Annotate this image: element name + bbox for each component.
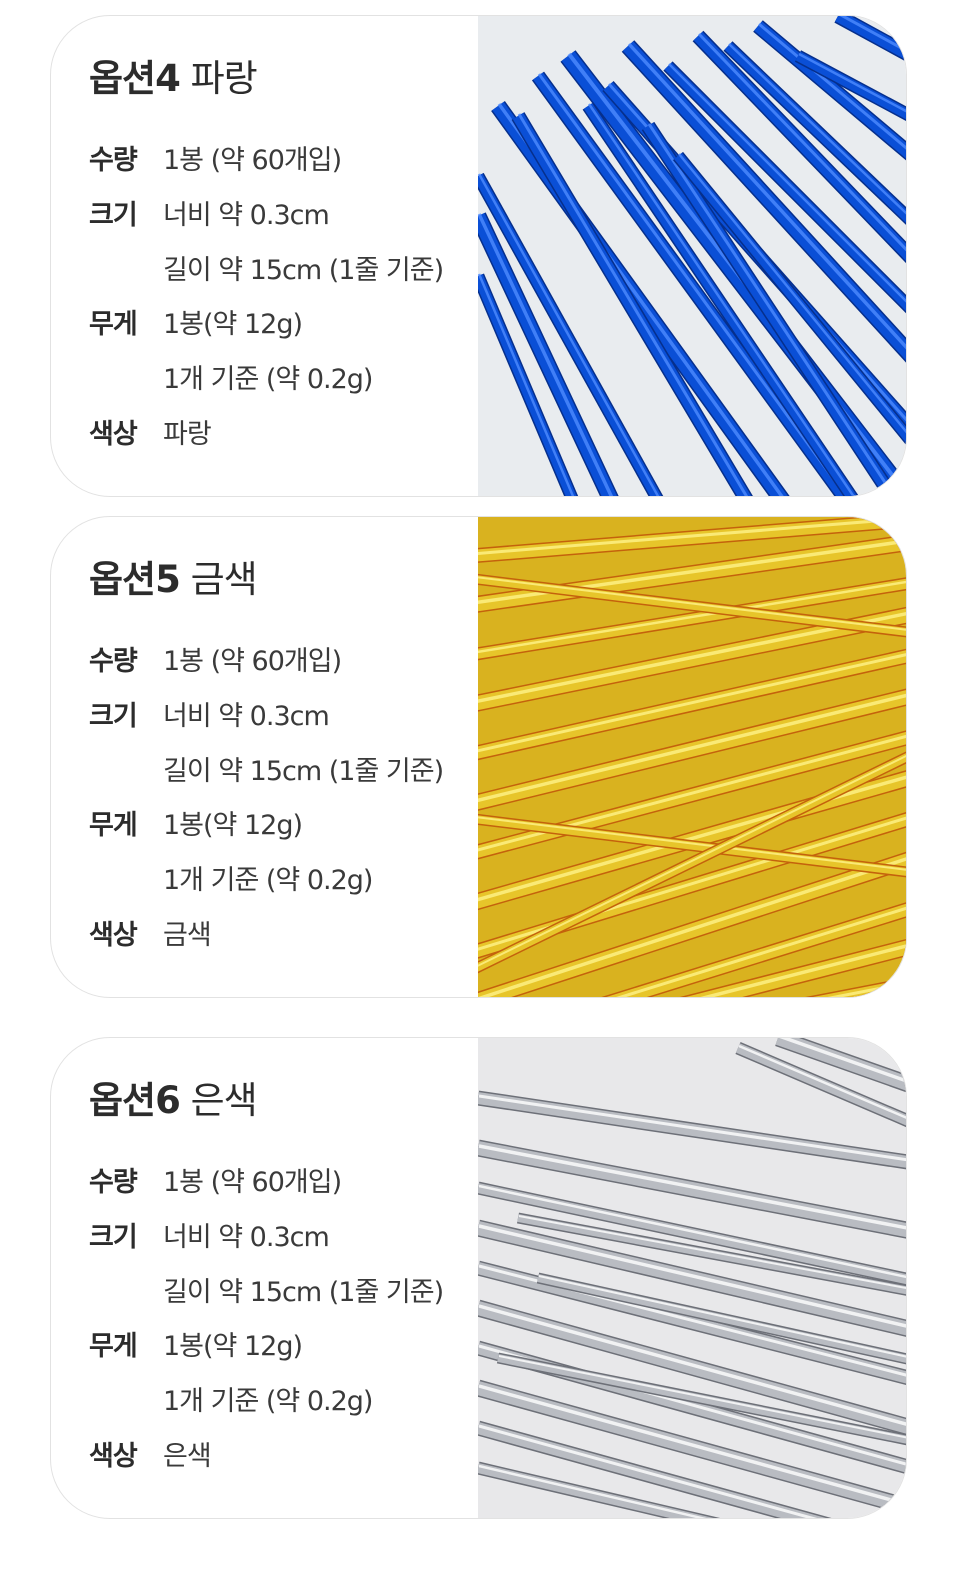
option-info: 옵션6 은색 수량 1봉 (약 60개입) 크기 너비 약 0.3cm 길이 약 1… [89,1076,479,1485]
spec-label [89,353,163,408]
spec-row-color: 색상 금색 [89,909,479,964]
spec-label: 색상 [89,418,138,450]
silver-twist-ties-photo [478,1038,906,1518]
gold-twist-ties-photo [478,517,906,997]
spec-label [89,1266,163,1321]
spec-label: 크기 [89,199,138,231]
spec-label: 무게 [89,810,138,842]
spec-value: 1개 기준 (약 0.2g) [163,1386,373,1418]
spec-row-unit-weight: 1개 기준 (약 0.2g) [89,353,479,408]
spec-row-weight: 무게 1봉(약 12g) [89,298,479,353]
spec-value: 1개 기준 (약 0.2g) [163,364,373,396]
spec-row-length: 길이 약 15cm (1줄 기준) [89,1266,479,1321]
spec-value: 1봉 (약 60개입) [163,646,342,677]
spec-value: 너비 약 0.3cm [163,700,330,732]
spec-row-weight: 무게 1봉(약 12g) [89,1320,479,1375]
spec-row-size: 크기 너비 약 0.3cm [89,690,479,745]
spec-label: 무게 [89,1331,138,1363]
spec-label: 크기 [89,700,138,732]
spec-label: 수량 [89,646,138,677]
spec-value: 파랑 [163,418,212,450]
spec-row-length: 길이 약 15cm (1줄 기준) [89,745,479,800]
option-info: 옵션4 파랑 수량 1봉 (약 60개입) 크기 너비 약 0.3cm 길이 약 1… [89,54,479,463]
spec-label: 색상 [89,1440,138,1472]
spec-label: 수량 [89,145,138,176]
option-title: 옵션4 파랑 [89,54,479,104]
option-number: 옵션4 [89,57,181,100]
spec-row-quantity: 수량 1봉 (약 60개입) [89,635,479,690]
spec-label: 색상 [89,919,138,951]
option-color-name: 파랑 [190,57,258,100]
spec-value: 길이 약 15cm (1줄 기준) [163,254,444,286]
option-title: 옵션5 금색 [89,555,479,605]
option-number: 옵션6 [89,1079,181,1122]
option-info: 옵션5 금색 수량 1봉 (약 60개입) 크기 너비 약 0.3cm 길이 약 1… [89,555,479,964]
option-color-name: 은색 [190,1079,258,1122]
spec-row-size: 크기 너비 약 0.3cm [89,1211,479,1266]
spec-row-weight: 무게 1봉(약 12g) [89,799,479,854]
spec-label: 수량 [89,1167,138,1198]
blue-twist-ties-photo [478,16,906,496]
spec-value: 1봉(약 12g) [163,309,303,341]
option-card-6: 옵션6 은색 수량 1봉 (약 60개입) 크기 너비 약 0.3cm 길이 약 1… [50,1037,907,1519]
spec-value: 은색 [163,1440,212,1472]
spec-value: 1봉(약 12g) [163,810,303,842]
spec-label [89,745,163,800]
spec-value: 너비 약 0.3cm [163,199,330,231]
spec-row-unit-weight: 1개 기준 (약 0.2g) [89,1375,479,1430]
option-number: 옵션5 [89,558,181,601]
option-title: 옵션6 은색 [89,1076,479,1126]
spec-value: 1봉 (약 60개입) [163,1167,342,1198]
spec-value: 길이 약 15cm (1줄 기준) [163,755,444,787]
spec-label: 크기 [89,1221,138,1253]
spec-row-color: 색상 은색 [89,1430,479,1485]
spec-value: 1봉(약 12g) [163,1331,303,1363]
spec-label: 무게 [89,309,138,341]
option-card-5: 옵션5 금색 수량 1봉 (약 60개입) 크기 너비 약 0.3cm 길이 약 1… [50,516,907,998]
spec-label [89,244,163,299]
spec-row-quantity: 수량 1봉 (약 60개입) [89,134,479,189]
spec-value: 금색 [163,919,212,951]
spec-value: 1개 기준 (약 0.2g) [163,865,373,897]
option-color-name: 금색 [190,558,258,601]
spec-label [89,854,163,909]
spec-row-color: 색상 파랑 [89,408,479,463]
option-card-4: 옵션4 파랑 수량 1봉 (약 60개입) 크기 너비 약 0.3cm 길이 약 1… [50,15,907,497]
spec-value: 1봉 (약 60개입) [163,145,342,176]
spec-value: 너비 약 0.3cm [163,1221,330,1253]
spec-row-length: 길이 약 15cm (1줄 기준) [89,244,479,299]
spec-row-size: 크기 너비 약 0.3cm [89,189,479,244]
spec-value: 길이 약 15cm (1줄 기준) [163,1276,444,1308]
spec-row-quantity: 수량 1봉 (약 60개입) [89,1156,479,1211]
spec-row-unit-weight: 1개 기준 (약 0.2g) [89,854,479,909]
spec-label [89,1375,163,1430]
